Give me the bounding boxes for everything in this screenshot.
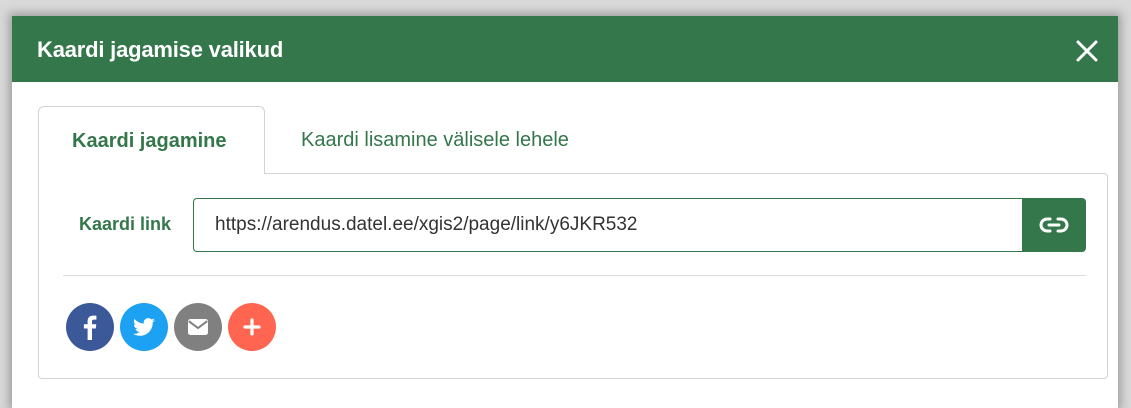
map-link-group xyxy=(193,198,1086,252)
more-share-button[interactable] xyxy=(228,303,276,351)
map-link-label: Kaardi link xyxy=(79,214,172,234)
facebook-share-button[interactable] xyxy=(66,303,114,351)
tab-embed-map[interactable]: Kaardi lisamine välisele lehele xyxy=(265,106,665,173)
tab-share-map[interactable]: Kaardi jagamine xyxy=(38,106,265,174)
dialog-header: Kaardi jagamise valikud xyxy=(12,16,1118,82)
tab-label: Kaardi jagamine xyxy=(72,130,227,152)
email-icon xyxy=(174,303,222,351)
tab-container: Kaardi jagamine Kaardi lisamine välisele… xyxy=(38,106,1108,379)
twitter-share-button[interactable] xyxy=(120,303,168,351)
share-buttons xyxy=(66,303,286,351)
tab-bar: Kaardi jagamine Kaardi lisamine välisele… xyxy=(38,106,1108,174)
tab-panel: Kaardi link xyxy=(38,173,1108,379)
dialog-title: Kaardi jagamise valikud xyxy=(37,37,284,62)
email-share-button[interactable] xyxy=(174,303,222,351)
plus-icon xyxy=(228,303,276,351)
copy-link-button[interactable] xyxy=(1022,198,1086,252)
link-icon xyxy=(1039,217,1069,233)
tab-label: Kaardi lisamine välisele lehele xyxy=(301,129,569,151)
share-dialog: Kaardi jagamise valikud Kaardi jagamine … xyxy=(12,16,1118,408)
map-link-input[interactable] xyxy=(193,198,1022,252)
divider xyxy=(63,275,1086,276)
close-icon xyxy=(1076,40,1098,62)
twitter-icon xyxy=(120,303,168,351)
close-button[interactable] xyxy=(1074,38,1100,64)
facebook-icon xyxy=(66,303,114,351)
